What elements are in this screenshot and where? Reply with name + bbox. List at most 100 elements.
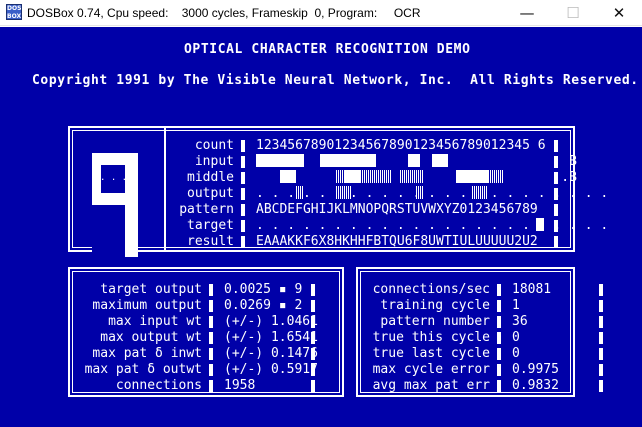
row-marker: [241, 156, 245, 168]
row-value-target: . . . . . . . . . . . . . . . . . . . . …: [256, 218, 609, 233]
row-value-result: EAAAKKF6X8HKHHFBTQU6F8UWTIULUUUUU2U2: [256, 234, 538, 249]
stat-marker: [497, 332, 501, 344]
row-label-pattern: pattern: [179, 202, 234, 217]
minimize-button[interactable]: —: [504, 0, 550, 26]
stat-value: 0: [512, 346, 520, 361]
stat-end-marker: [311, 300, 315, 312]
row-marker: [241, 140, 245, 152]
stat-label: connections/sec: [372, 282, 490, 297]
row-label-input: input: [194, 154, 234, 169]
stat-label: true this cycle: [372, 330, 490, 345]
stat-label: max input wt: [108, 314, 202, 329]
row-value-pattern: ABCDEFGHIJKLMNOPQRSTUVWXYZ0123456789: [256, 202, 538, 217]
row-end-marker: [554, 204, 558, 216]
panel-divider: [164, 126, 166, 252]
stat-end-marker: [599, 348, 603, 360]
maximize-button[interactable]: ☐: [550, 0, 596, 26]
row-label-output: output: [187, 186, 234, 201]
row-value-output: . . . . . . . . . . . . . . . . . . . . …: [256, 186, 609, 201]
program-title: OPTICAL CHARACTER RECOGNITION DEMO: [184, 42, 471, 57]
stat-marker: [209, 284, 213, 296]
stat-end-marker: [599, 284, 603, 296]
stat-marker: [497, 380, 501, 392]
stat-marker: [497, 364, 501, 376]
stat-value: (+/-) 1.0461: [224, 314, 318, 329]
stat-label: training cycle: [380, 298, 490, 313]
stat-end-marker: [599, 364, 603, 376]
row-marker: [241, 188, 245, 200]
stat-marker: [209, 364, 213, 376]
dosbox-app-icon[interactable]: DOS BOX: [6, 4, 22, 20]
stat-value: (+/-) 1.6541: [224, 330, 318, 345]
stat-value: 1: [512, 298, 520, 313]
stat-label: max output wt: [100, 330, 202, 345]
stat-label: maximum output: [92, 298, 202, 313]
stat-value: 36: [512, 314, 528, 329]
stat-label: true last cycle: [372, 346, 490, 361]
row-label-middle: middle: [187, 170, 234, 185]
middle-shade-3: [488, 170, 504, 183]
close-button[interactable]: ✕: [596, 0, 642, 26]
input-digit-preview: [92, 153, 138, 257]
stat-value: 0: [512, 330, 520, 345]
row-marker: [241, 172, 245, 184]
digit-dots: . . .: [100, 173, 128, 183]
stat-marker: [497, 316, 501, 328]
stat-end-marker: [599, 300, 603, 312]
stat-value: 0.0025 ▪ 9: [224, 282, 303, 297]
input-bar-4: [432, 154, 448, 167]
stat-end-marker: [599, 380, 603, 392]
stat-end-marker: [311, 332, 315, 344]
stat-marker: [497, 284, 501, 296]
stat-marker: [209, 332, 213, 344]
target-bar: [536, 218, 544, 231]
stat-value: (+/-) 0.5917: [224, 362, 318, 377]
stat-value: (+/-) 0.1476: [224, 346, 318, 361]
row-label-result: result: [187, 234, 234, 249]
window-titlebar[interactable]: DOS BOX DOSBox 0.74, Cpu speed: 3000 cyc…: [0, 0, 642, 26]
middle-bar-2: [344, 170, 360, 183]
middle-shade-2: [400, 170, 424, 183]
input-bar-1: [256, 154, 304, 167]
stat-value: 0.0269 ▪ 2: [224, 298, 303, 313]
stat-label: max pat δ inwt: [92, 346, 202, 361]
middle-bar-1: [280, 170, 296, 183]
stat-label: pattern number: [380, 314, 490, 329]
input-bar-2: [320, 154, 376, 167]
stat-marker: [497, 300, 501, 312]
stat-end-marker: [311, 364, 315, 376]
middle-bar-3: [456, 170, 488, 183]
stat-value: 0.9832: [512, 378, 559, 393]
stat-end-marker: [311, 284, 315, 296]
output-shade-1: [296, 186, 304, 199]
window-title: DOSBox 0.74, Cpu speed: 3000 cycles, Fra…: [27, 6, 421, 20]
stat-value: 18081: [512, 282, 552, 297]
stat-marker: [209, 348, 213, 360]
dos-screen[interactable]: OPTICAL CHARACTER RECOGNITION DEMO Copyr…: [0, 27, 642, 427]
stat-label: avg max pat err: [372, 378, 490, 393]
stat-value: 1958: [224, 378, 256, 393]
stat-end-marker: [599, 316, 603, 328]
row-label-count: count: [194, 138, 234, 153]
input-bar-3: [408, 154, 420, 167]
output-shade-2: [336, 186, 352, 199]
stat-label: connections: [115, 378, 202, 393]
stat-label: max cycle error: [372, 362, 490, 377]
stat-end-marker: [599, 332, 603, 344]
stat-marker: [209, 300, 213, 312]
stat-label: max pat δ outwt: [84, 362, 202, 377]
stat-end-marker: [311, 380, 315, 392]
row-value-count: 12345678901234567890123456789012345 6: [256, 138, 546, 153]
output-shade-3: [416, 186, 424, 199]
row-end-marker: [554, 236, 558, 248]
stat-end-marker: [311, 348, 315, 360]
row-marker: [241, 236, 245, 248]
output-shade-4: [472, 186, 488, 199]
stat-marker: [209, 316, 213, 328]
copyright-line: Copyright 1991 by The Visible Neural Net…: [32, 73, 639, 88]
stat-end-marker: [311, 316, 315, 328]
row-end-marker: [554, 140, 558, 152]
stat-marker: [497, 348, 501, 360]
row-marker: [241, 204, 245, 216]
row-marker: [241, 220, 245, 232]
